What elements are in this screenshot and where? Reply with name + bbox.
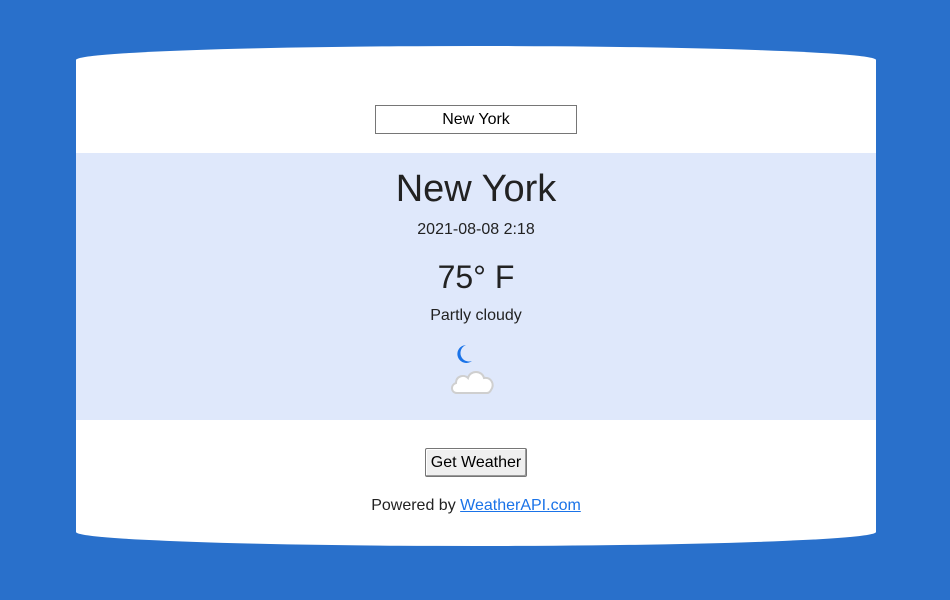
get-weather-button[interactable]: Get Weather bbox=[425, 448, 527, 477]
powered-by-label: Powered by bbox=[371, 497, 456, 514]
powered-by-footer: Powered by WeatherAPI.com bbox=[76, 496, 876, 516]
temperature: 75° F bbox=[437, 259, 515, 295]
location-name: New York bbox=[395, 168, 557, 210]
weather-app-card: Weather App New York 2021-08-08 2:18 75°… bbox=[76, 46, 876, 546]
weatherapi-link[interactable]: WeatherAPI.com bbox=[460, 497, 581, 514]
weather-result-panel: New York 2021-08-08 2:18 75° F Partly cl… bbox=[76, 153, 876, 420]
partly-cloudy-night-icon bbox=[451, 345, 494, 394]
weather-condition: Partly cloudy bbox=[430, 307, 522, 324]
local-time: 2021-08-08 2:18 bbox=[417, 221, 535, 238]
city-input[interactable] bbox=[375, 105, 577, 134]
